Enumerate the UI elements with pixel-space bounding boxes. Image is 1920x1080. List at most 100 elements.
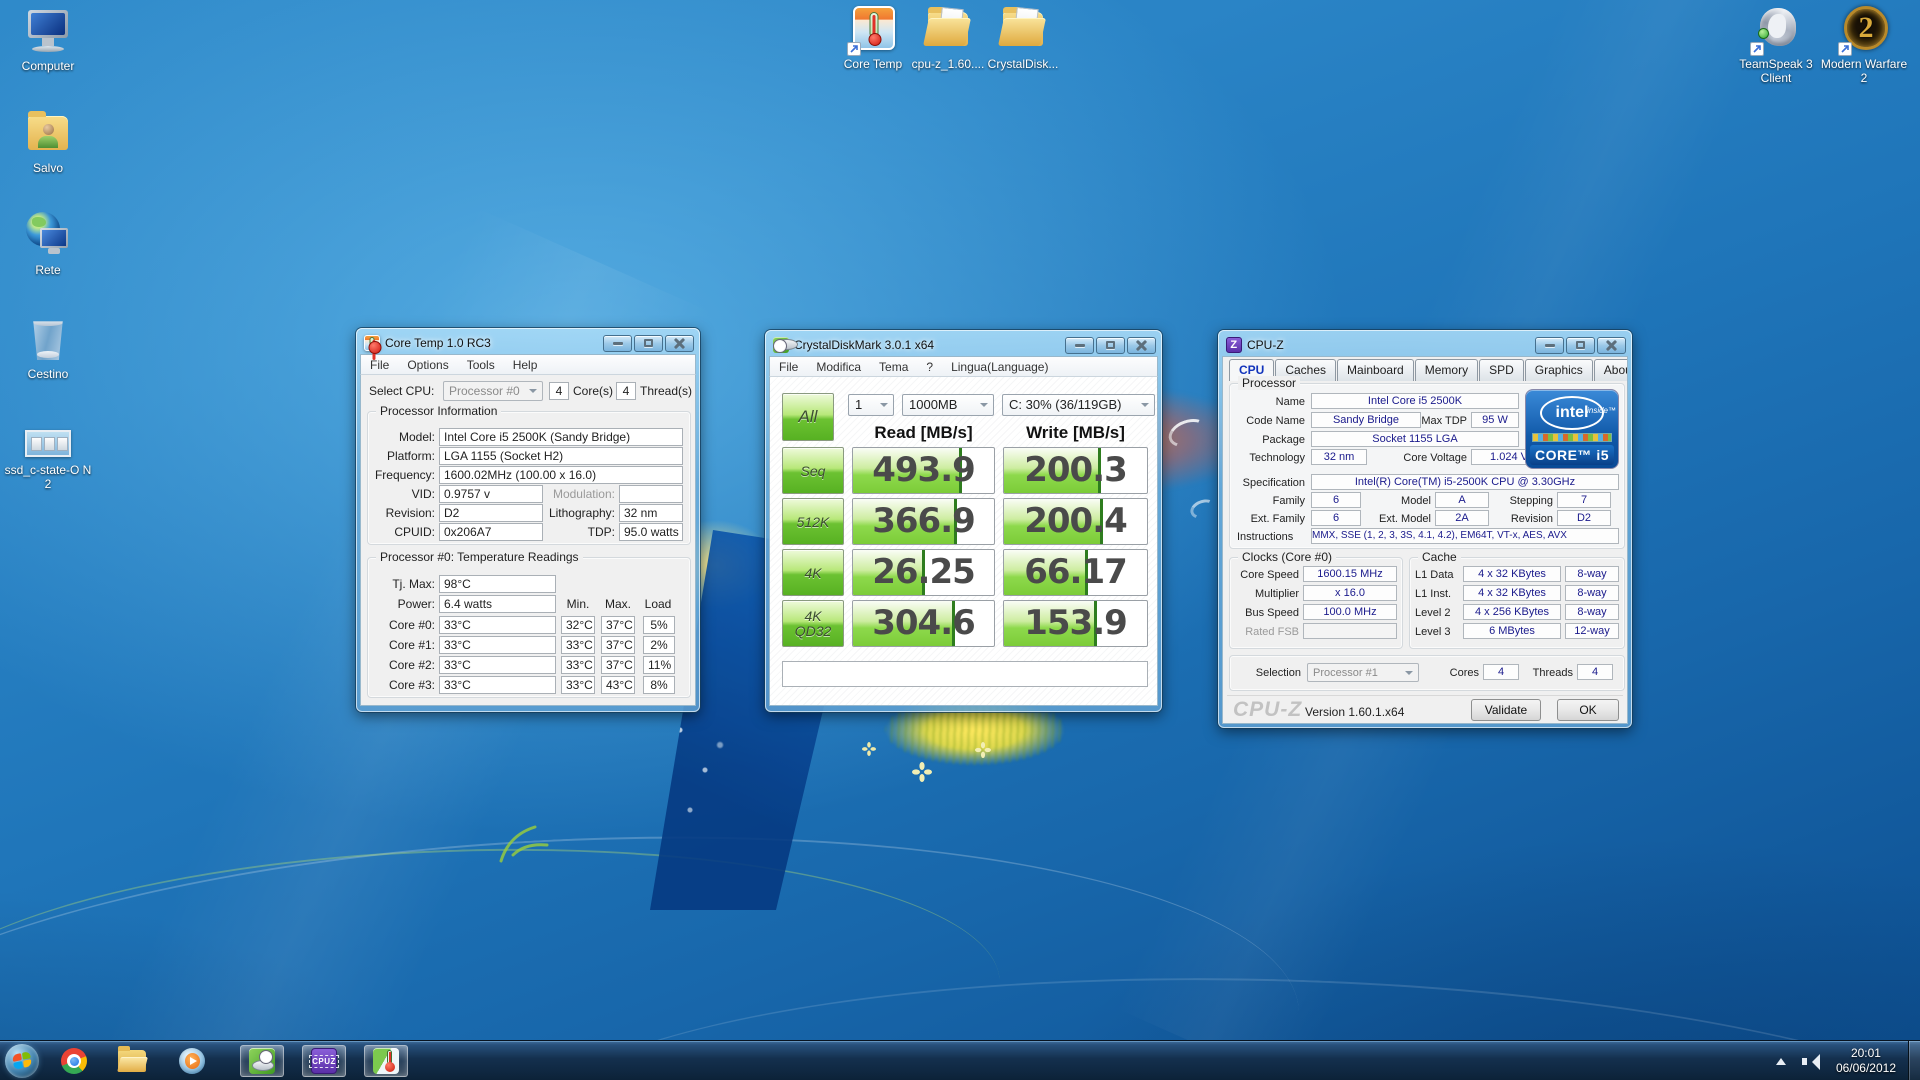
taskbar-chrome-button[interactable] (54, 1045, 94, 1077)
menu-help[interactable]: Help (504, 358, 547, 372)
desktop-icon-crystaldisk-folder[interactable]: CrystalDisk... (975, 6, 1071, 71)
512k-test-button[interactable]: 512K (782, 498, 844, 545)
cdm-titlebar[interactable]: CrystalDiskMark 3.0.1 x64 (769, 334, 1158, 356)
cpuid-field: 0x206A7 (439, 523, 543, 541)
minimize-button[interactable] (603, 335, 632, 352)
test-size-select[interactable]: 1000MB (902, 394, 994, 416)
tab-spd[interactable]: SPD (1479, 359, 1524, 381)
menu-options[interactable]: Options (398, 358, 457, 372)
minimize-button[interactable] (1535, 337, 1564, 354)
desktop-icon-computer[interactable]: Computer (0, 8, 96, 73)
4k-test-button[interactable]: 4K (782, 549, 844, 596)
corespeed-label: Core Speed (1231, 569, 1299, 581)
menu-help[interactable]: ? (917, 360, 942, 374)
close-button[interactable] (1127, 337, 1156, 354)
menu-file[interactable]: File (770, 360, 807, 374)
menu-file[interactable]: File (361, 358, 398, 372)
core3-temp-field: 33°C (439, 676, 556, 694)
revision-label: Revision: (361, 506, 435, 520)
tdp-label: TDP: (547, 525, 615, 539)
tab-about[interactable]: About (1594, 359, 1628, 381)
family-field: 6 (1311, 492, 1361, 508)
multiplier-label: Multiplier (1231, 588, 1299, 600)
level2-label: Level 2 (1415, 607, 1450, 619)
test-count-select[interactable]: 1 (848, 394, 894, 416)
desktop-icon-salvo[interactable]: Salvo (0, 110, 96, 175)
instructions-label: Instructions (1237, 531, 1293, 543)
menu-tools[interactable]: Tools (458, 358, 504, 372)
level2-size-field: 4 x 256 KBytes (1463, 604, 1561, 620)
core3-max-field: 43°C (601, 676, 635, 694)
all-test-button[interactable]: All (782, 393, 834, 441)
taskbar-explorer-button[interactable] (112, 1045, 152, 1077)
tab-graphics[interactable]: Graphics (1525, 359, 1593, 381)
volume-icon[interactable] (1802, 1052, 1822, 1070)
core0-load-field: 5% (643, 616, 675, 634)
core2-min-field: 33°C (561, 656, 595, 674)
core0-label: Core #0: (361, 618, 435, 632)
core2-temp-field: 33°C (439, 656, 556, 674)
start-button[interactable] (5, 1044, 39, 1078)
desktop-icon-cestino[interactable]: Cestino (0, 316, 96, 381)
desktop-icon-mw2[interactable]: 2 Modern Warfare 2 (1816, 6, 1912, 85)
maxtdp-label: Max TDP (1421, 415, 1467, 427)
taskbar-cpuz-button[interactable]: CPUZ (302, 1045, 346, 1077)
technology-label: Technology (1233, 452, 1305, 464)
desktop-icon-teamspeak[interactable]: TeamSpeak 3 Client (1728, 6, 1824, 85)
desktop-icon-label: CrystalDisk... (975, 57, 1071, 71)
maximize-button[interactable] (1566, 337, 1595, 354)
tab-memory[interactable]: Memory (1415, 359, 1478, 381)
frequency-field: 1600.02MHz (100.00 x 16.0) (439, 466, 683, 484)
close-button[interactable] (1597, 337, 1626, 354)
l1inst-size-field: 4 x 32 KBytes (1463, 585, 1561, 601)
menu-modifica[interactable]: Modifica (807, 360, 870, 374)
seq-test-button[interactable]: Seq (782, 447, 844, 494)
threads-count-field: 4 (616, 382, 636, 400)
core2-load-field: 11% (643, 656, 675, 674)
threads-label: Threads (1523, 667, 1573, 679)
validate-button[interactable]: Validate (1471, 699, 1541, 721)
show-hidden-icons-button[interactable] (1776, 1053, 1786, 1065)
maxtdp-field: 95 W (1471, 412, 1519, 428)
close-button[interactable] (665, 335, 694, 352)
taskbar-wmp-button[interactable] (172, 1045, 212, 1077)
read-header: Read [MB/s] (852, 423, 995, 443)
threads-label: Thread(s) (640, 384, 692, 398)
level3-label: Level 3 (1415, 626, 1450, 638)
corespeed-field: 1600.15 MHz (1303, 566, 1397, 582)
menu-lingua[interactable]: Lingua(Language) (942, 360, 1057, 374)
taskbar-coretemp-button[interactable] (364, 1045, 408, 1077)
comment-input[interactable] (782, 661, 1148, 687)
taskbar-clock[interactable]: 20:01 06/06/2012 (1836, 1046, 1896, 1076)
modulation-field (619, 485, 683, 503)
processor-selection-dropdown[interactable]: Processor #1 (1307, 663, 1419, 682)
minimize-button[interactable] (1065, 337, 1094, 354)
desktop-icon-rete[interactable]: Rete (0, 212, 96, 277)
4k-qd32-read-value: 304.6 (853, 601, 994, 646)
core-temp-window: Core Temp 1.0 RC3 File Options Tools Hel… (356, 328, 700, 712)
cpuz-titlebar[interactable]: Z CPU-Z (1222, 334, 1628, 356)
computer-icon (24, 8, 72, 56)
show-desktop-button[interactable] (1908, 1041, 1920, 1080)
tab-mainboard[interactable]: Mainboard (1337, 359, 1414, 381)
desktop-icon-label: ssd_c-state-O N 2 (0, 463, 96, 491)
4k-qd32-write-value: 153.9 (1004, 601, 1147, 646)
4k-qd32-test-button[interactable]: 4K QD32 (782, 600, 844, 647)
maximize-button[interactable] (634, 335, 663, 352)
core0-min-field: 32°C (561, 616, 595, 634)
min-column-header: Min. (561, 597, 595, 611)
maximize-button[interactable] (1096, 337, 1125, 354)
core-temp-titlebar[interactable]: Core Temp 1.0 RC3 (360, 332, 696, 354)
core1-temp-field: 33°C (439, 636, 556, 654)
cpu-select-dropdown[interactable]: Processor #0 (443, 381, 543, 401)
menu-tema[interactable]: Tema (870, 360, 917, 374)
extfamily-label: Ext. Family (1233, 513, 1305, 525)
spec-label: Specification (1233, 477, 1305, 489)
version-text: Version 1.60.1.x64 (1305, 705, 1404, 719)
l1data-label: L1 Data (1415, 569, 1454, 581)
core0-temp-field: 33°C (439, 616, 556, 634)
drive-select[interactable]: C: 30% (36/119GB) (1002, 394, 1155, 416)
desktop-icon-ssd-image[interactable]: ssd_c-state-O N 2 (0, 420, 96, 491)
taskbar-crystaldiskmark-button[interactable] (240, 1045, 284, 1077)
ok-button[interactable]: OK (1557, 699, 1619, 721)
